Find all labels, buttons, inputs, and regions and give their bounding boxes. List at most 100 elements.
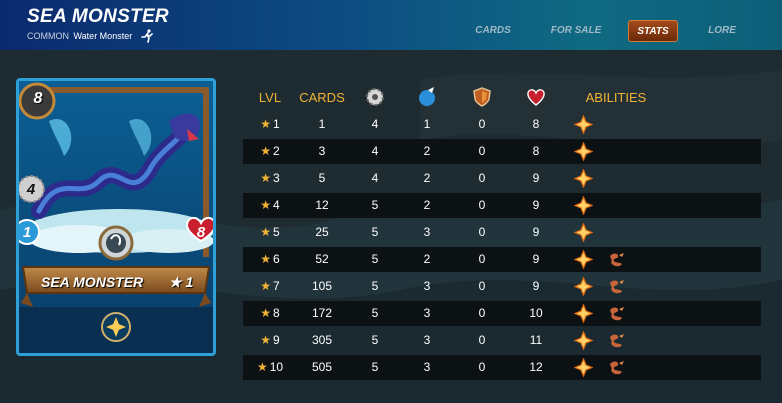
cell-cards: 172 bbox=[311, 306, 333, 320]
sparkle-icon[interactable] bbox=[573, 141, 594, 162]
star-icon: ★ bbox=[260, 171, 272, 185]
table-row: ★ 5 25 5 3 0 9 bbox=[243, 220, 761, 245]
level-value: 9 bbox=[273, 333, 280, 347]
table-row: ★ 2 3 4 2 0 8 bbox=[243, 139, 761, 164]
fire-dragon-icon[interactable] bbox=[607, 250, 626, 269]
level-value: 8 bbox=[273, 306, 280, 320]
cell-armor: 0 bbox=[478, 306, 486, 320]
card-mana-value: 8 bbox=[33, 90, 43, 107]
level-value: 4 bbox=[273, 198, 280, 212]
table-row: ★ 3 5 4 2 0 9 bbox=[243, 166, 761, 191]
armor-shield-icon bbox=[473, 87, 491, 107]
cell-cards: 25 bbox=[315, 225, 329, 239]
table-row: ★ 4 12 5 2 0 9 bbox=[243, 193, 761, 218]
cell-health: 8 bbox=[532, 117, 540, 131]
fire-dragon-icon[interactable] bbox=[607, 304, 626, 323]
cell-cards: 12 bbox=[315, 198, 329, 212]
melee-attack-icon bbox=[366, 88, 384, 106]
cell-speed: 3 bbox=[423, 279, 431, 293]
card-level: ★ 1 bbox=[169, 274, 194, 290]
heart-icon bbox=[527, 89, 545, 106]
cell-armor: 0 bbox=[478, 333, 486, 347]
cell-health: 9 bbox=[532, 252, 540, 266]
cell-attack: 5 bbox=[371, 252, 379, 266]
sparkle-icon[interactable] bbox=[573, 357, 594, 378]
cell-health: 11 bbox=[529, 333, 543, 347]
cell-cards: 3 bbox=[318, 144, 326, 158]
monster-card[interactable]: 8 4 1 8 SEA MONSTER ★ 1 bbox=[16, 78, 216, 356]
level-value: 5 bbox=[273, 225, 280, 239]
cell-speed: 3 bbox=[423, 333, 431, 347]
cell-health: 9 bbox=[532, 279, 540, 293]
fire-dragon-icon[interactable] bbox=[607, 331, 626, 350]
sparkle-icon[interactable] bbox=[573, 222, 594, 243]
sparkle-icon[interactable] bbox=[573, 330, 594, 351]
cell-level: ★ 5 bbox=[243, 220, 297, 245]
sparkle-icon[interactable] bbox=[573, 276, 594, 297]
star-icon: ★ bbox=[256, 360, 268, 374]
cell-level: ★ 4 bbox=[243, 193, 297, 218]
card-health-value: 8 bbox=[196, 224, 206, 241]
fire-dragon-icon[interactable] bbox=[607, 358, 626, 377]
tab-lore[interactable]: LORE bbox=[702, 20, 742, 42]
header-cards: CARDS bbox=[299, 90, 345, 105]
cell-level: ★ 9 bbox=[243, 328, 297, 353]
cell-speed: 3 bbox=[423, 225, 431, 239]
level-value: 2 bbox=[273, 144, 280, 158]
header-abilities: ABILITIES bbox=[585, 90, 647, 105]
cell-speed: 3 bbox=[423, 306, 431, 320]
star-icon: ★ bbox=[260, 225, 272, 239]
cell-attack: 4 bbox=[371, 144, 379, 158]
star-icon: ★ bbox=[260, 198, 272, 212]
cell-speed: 2 bbox=[423, 252, 431, 266]
star-icon: ★ bbox=[260, 144, 272, 158]
cell-level: ★ 2 bbox=[243, 139, 297, 164]
cell-cards: 5 bbox=[318, 171, 326, 185]
cell-armor: 0 bbox=[478, 225, 486, 239]
cell-armor: 0 bbox=[478, 171, 486, 185]
cell-level: ★ 1 bbox=[243, 112, 297, 137]
cell-attack: 5 bbox=[371, 225, 379, 239]
star-icon: ★ bbox=[260, 117, 272, 131]
card-attack-value: 4 bbox=[26, 181, 36, 198]
cell-health: 9 bbox=[532, 198, 540, 212]
tab-bar: CARDS FOR SALE STATS LORE bbox=[0, 20, 782, 42]
tab-cards[interactable]: CARDS bbox=[473, 20, 513, 42]
tab-stats[interactable]: STATS bbox=[628, 20, 678, 42]
star-icon: ★ bbox=[260, 333, 272, 347]
sparkle-icon[interactable] bbox=[573, 114, 594, 135]
card-artwork bbox=[19, 81, 213, 353]
cell-speed: 2 bbox=[423, 198, 431, 212]
cell-armor: 0 bbox=[478, 117, 486, 131]
sparkle-icon[interactable] bbox=[573, 303, 594, 324]
cell-armor: 0 bbox=[478, 360, 486, 374]
cell-speed: 2 bbox=[423, 144, 431, 158]
level-value: 1 bbox=[273, 117, 280, 131]
cell-health: 8 bbox=[532, 144, 540, 158]
cell-cards: 1 bbox=[318, 117, 326, 131]
cell-level: ★ 3 bbox=[243, 166, 297, 191]
cell-attack: 4 bbox=[371, 171, 379, 185]
sparkle-icon[interactable] bbox=[573, 195, 594, 216]
level-value: 10 bbox=[269, 360, 284, 374]
table-row: ★ 8 172 5 3 0 10 bbox=[243, 301, 761, 326]
star-icon: ★ bbox=[260, 252, 272, 266]
cell-attack: 5 bbox=[371, 360, 379, 374]
cell-health: 9 bbox=[532, 225, 540, 239]
level-value: 7 bbox=[273, 279, 280, 293]
cell-speed: 2 bbox=[423, 171, 431, 185]
fire-dragon-icon[interactable] bbox=[607, 277, 626, 296]
cell-cards: 105 bbox=[311, 279, 333, 293]
header-lvl: LVL bbox=[258, 90, 282, 105]
cell-cards: 305 bbox=[311, 333, 333, 347]
cell-health: 9 bbox=[532, 171, 540, 185]
sparkle-icon[interactable] bbox=[573, 249, 594, 270]
cell-level: ★ 6 bbox=[243, 247, 297, 272]
cell-health: 12 bbox=[529, 360, 543, 374]
speed-icon bbox=[419, 87, 435, 106]
cell-armor: 0 bbox=[478, 279, 486, 293]
cell-cards: 505 bbox=[311, 360, 333, 374]
cell-speed: 1 bbox=[423, 117, 431, 131]
tab-for-sale[interactable]: FOR SALE bbox=[547, 20, 605, 42]
sparkle-icon[interactable] bbox=[573, 168, 594, 189]
